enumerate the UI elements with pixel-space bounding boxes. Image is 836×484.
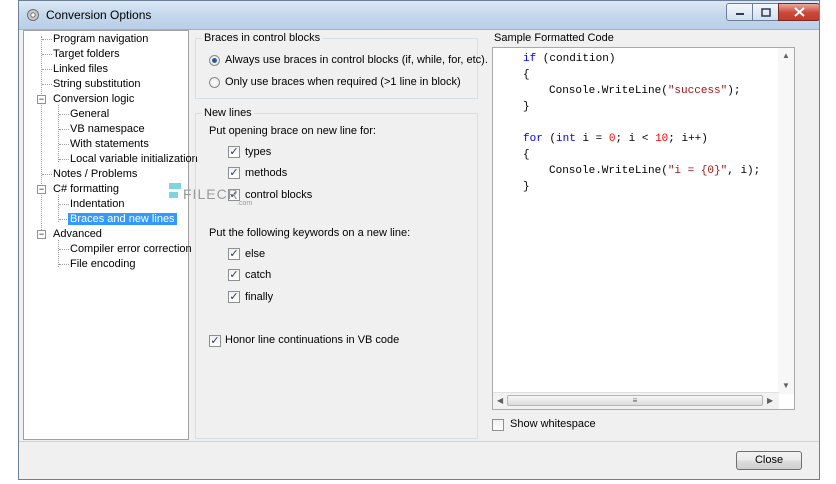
new-lines-group-title: New lines <box>202 107 254 119</box>
conversion-options-window: Conversion Options − − − Program navigat… <box>18 0 820 480</box>
options-tree: − − − Program navigation Target folders … <box>23 30 198 440</box>
required-braces-label[interactable]: Only use braces when required (>1 line i… <box>225 76 461 88</box>
watermark-logo-icon <box>169 183 181 198</box>
code-line-writeline-format: Console.WriteLine("i = {0}", i); <box>549 165 761 177</box>
honor-line-continuations-checkbox[interactable]: ✓ <box>209 335 221 347</box>
title-bar: Conversion Options <box>19 1 819 30</box>
tree-item-braces-and-new-lines[interactable]: Braces and new lines <box>68 212 177 227</box>
always-braces-label[interactable]: Always use braces in control blocks (if,… <box>225 54 488 66</box>
else-label[interactable]: else <box>245 248 265 260</box>
required-braces-radio[interactable] <box>209 77 220 88</box>
opening-brace-heading: Put opening brace on new line for: <box>209 125 376 137</box>
horizontal-scrollbar[interactable]: ◀ ≡ ▶ <box>493 392 779 409</box>
tree-item-target-folders[interactable]: Target folders <box>51 47 122 62</box>
horizontal-scroll-thumb[interactable]: ≡ <box>507 395 763 406</box>
tree-connector <box>58 240 59 267</box>
tree-item-program-navigation[interactable]: Program navigation <box>51 32 150 47</box>
types-checkbox[interactable]: ✓ <box>228 146 240 158</box>
control-blocks-label[interactable]: control blocks <box>245 189 312 201</box>
close-icon <box>793 7 805 17</box>
code-line-close-brace: } <box>523 101 530 113</box>
minimize-button[interactable] <box>726 3 753 21</box>
scroll-right-icon[interactable]: ▶ <box>767 396 773 405</box>
braces-group-title: Braces in control blocks <box>202 32 323 44</box>
window-title: Conversion Options <box>46 8 152 22</box>
methods-label[interactable]: methods <box>245 167 287 179</box>
show-whitespace-checkbox[interactable] <box>492 419 504 431</box>
tree-item-advanced[interactable]: Advanced <box>51 227 104 242</box>
collapse-icon[interactable]: − <box>37 230 46 239</box>
watermark-subtext: .com <box>237 200 253 207</box>
keywords-heading: Put the following keywords on a new line… <box>209 227 411 239</box>
close-button[interactable]: Close <box>736 451 802 470</box>
finally-label[interactable]: finally <box>245 291 273 303</box>
watermark-text: FILECR <box>183 186 239 202</box>
tree-item-with-statements[interactable]: With statements <box>68 137 151 152</box>
sample-code-title: Sample Formatted Code <box>494 32 614 44</box>
tree-item-indentation[interactable]: Indentation <box>68 197 126 212</box>
collapse-icon[interactable]: − <box>37 95 46 104</box>
footer-divider <box>19 441 819 442</box>
braces-group <box>195 38 478 99</box>
else-checkbox[interactable]: ✓ <box>228 248 240 260</box>
scroll-up-icon[interactable]: ▲ <box>782 51 790 60</box>
maximize-button[interactable] <box>752 3 779 21</box>
scroll-left-icon[interactable]: ◀ <box>497 396 503 405</box>
tree-connector <box>41 36 42 236</box>
tree-item-compiler-error-correction[interactable]: Compiler error correction <box>68 242 194 257</box>
tree-item-notes-problems[interactable]: Notes / Problems <box>51 167 139 182</box>
vertical-scrollbar[interactable]: ▲ ▼ <box>778 48 794 394</box>
finally-checkbox[interactable]: ✓ <box>228 291 240 303</box>
gear-icon <box>27 9 39 21</box>
show-whitespace-label[interactable]: Show whitespace <box>510 418 596 430</box>
tree-item-file-encoding[interactable]: File encoding <box>68 257 137 272</box>
code-line-open-brace: { <box>523 149 530 161</box>
code-line-for: for (int i = 0; i < 10; i++) <box>523 133 708 145</box>
tree-item-vb-namespace[interactable]: VB namespace <box>68 122 147 137</box>
catch-label[interactable]: catch <box>245 269 271 281</box>
window-close-button[interactable] <box>778 3 819 21</box>
tree-item-linked-files[interactable]: Linked files <box>51 62 110 77</box>
honor-line-continuations-label[interactable]: Honor line continuations in VB code <box>225 334 399 346</box>
sample-code-editor[interactable]: if (condition) { Console.WriteLine("succ… <box>492 47 795 410</box>
catch-checkbox[interactable]: ✓ <box>228 269 240 281</box>
code-line-close-brace: } <box>523 181 530 193</box>
tree-connector <box>58 195 59 222</box>
minimize-icon <box>735 13 744 15</box>
tree-item-general[interactable]: General <box>68 107 111 122</box>
methods-checkbox[interactable]: ✓ <box>228 167 240 179</box>
code-line-open-brace: { <box>523 69 530 81</box>
types-label[interactable]: types <box>245 146 271 158</box>
code-line-writeline-success: Console.WriteLine("success"); <box>549 85 741 97</box>
tree-item-conversion-logic[interactable]: Conversion logic <box>51 92 136 107</box>
tree-item-string-substitution[interactable]: String substitution <box>51 77 142 92</box>
collapse-icon[interactable]: − <box>37 185 46 194</box>
scroll-down-icon[interactable]: ▼ <box>782 381 790 390</box>
code-line-if: if (condition) <box>523 53 616 65</box>
tree-item-local-variable-initialization[interactable]: Local variable initialization <box>68 152 200 167</box>
maximize-icon <box>760 7 771 17</box>
always-braces-radio[interactable] <box>209 55 220 66</box>
tree-item-csharp-formatting[interactable]: C# formatting <box>51 182 121 197</box>
